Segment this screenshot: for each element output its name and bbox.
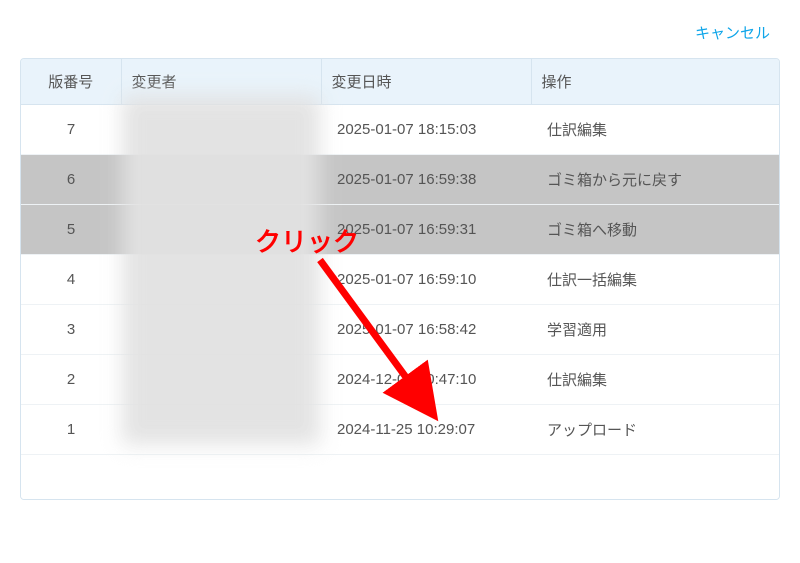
cell-action: ゴミ箱から元に戻す	[531, 155, 779, 205]
cell-action: 仕訳編集	[531, 355, 779, 405]
cell-datetime: 2024-11-25 10:29:07	[321, 405, 531, 455]
header-version: 版番号	[21, 59, 121, 105]
cell-datetime: 2025-01-07 16:59:10	[321, 255, 531, 305]
cell-datetime: 2025-01-07 18:15:03	[321, 105, 531, 155]
header-action: 操作	[531, 59, 779, 105]
cell-datetime: 2024-12-04 10:47:10	[321, 355, 531, 405]
cell-datetime: 2025-01-07 16:58:42	[321, 305, 531, 355]
header-datetime: 変更日時	[321, 59, 531, 105]
cell-version: 6	[21, 155, 121, 205]
redacted-user-column	[122, 95, 320, 445]
table-row-empty	[21, 455, 779, 499]
cell-action: ゴミ箱へ移動	[531, 205, 779, 255]
cell-version: 5	[21, 205, 121, 255]
cell-action: アップロード	[531, 405, 779, 455]
cell-action: 仕訳編集	[531, 105, 779, 155]
cancel-link[interactable]: キャンセル	[695, 22, 770, 43]
cell-action: 仕訳一括編集	[531, 255, 779, 305]
cell-version: 3	[21, 305, 121, 355]
cell-empty	[21, 455, 779, 499]
cell-version: 7	[21, 105, 121, 155]
cell-datetime: 2025-01-07 16:59:38	[321, 155, 531, 205]
cell-version: 2	[21, 355, 121, 405]
cell-action: 学習適用	[531, 305, 779, 355]
cell-version: 4	[21, 255, 121, 305]
cell-version: 1	[21, 405, 121, 455]
annotation-click-label: クリック	[255, 222, 359, 259]
